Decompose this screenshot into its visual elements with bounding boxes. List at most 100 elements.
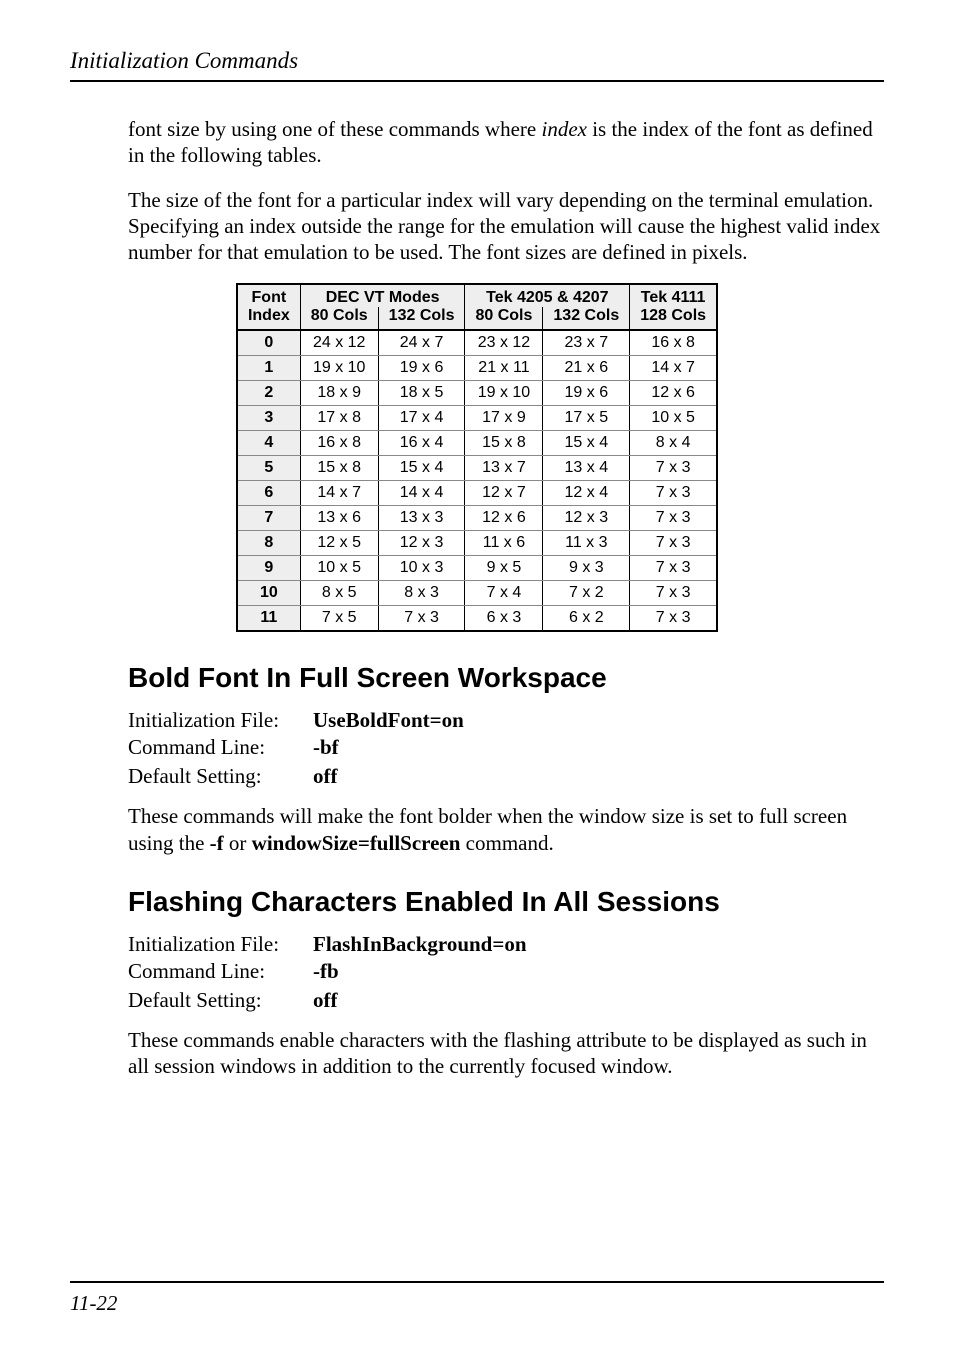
cell: 17 x 8 [300, 406, 378, 431]
def-label: Initialization File: [128, 708, 313, 733]
table-row: 9 10 x 5 10 x 3 9 x 5 9 x 3 7 x 3 [237, 556, 717, 581]
cell: 17 x 4 [378, 406, 465, 431]
th-font: Font [237, 284, 300, 307]
cell-idx: 9 [237, 556, 300, 581]
th-index: Index [237, 307, 300, 330]
intro-block: font size by using one of these commands… [128, 116, 884, 265]
table-row: 11 7 x 5 7 x 3 6 x 3 6 x 2 7 x 3 [237, 606, 717, 632]
intro-p2: The size of the font for a particular in… [128, 187, 884, 266]
table-row: 7 13 x 6 13 x 3 12 x 6 12 x 3 7 x 3 [237, 506, 717, 531]
cell: 24 x 7 [378, 330, 465, 356]
cell: 19 x 10 [465, 381, 543, 406]
cell: 7 x 3 [630, 531, 717, 556]
cell-idx: 8 [237, 531, 300, 556]
cell: 12 x 4 [543, 481, 630, 506]
def-label: Initialization File: [128, 932, 313, 957]
table-row: 6 14 x 7 14 x 4 12 x 7 12 x 4 7 x 3 [237, 481, 717, 506]
def-value: -bf [313, 735, 339, 760]
cell: 8 x 4 [630, 431, 717, 456]
cell-idx: 6 [237, 481, 300, 506]
heading-flashing: Flashing Characters Enabled In All Sessi… [128, 886, 884, 918]
cell: 16 x 4 [378, 431, 465, 456]
def-value: off [313, 764, 338, 789]
cell: 7 x 2 [543, 581, 630, 606]
cell: 18 x 5 [378, 381, 465, 406]
cell-idx: 0 [237, 330, 300, 356]
cell: 14 x 7 [630, 356, 717, 381]
cell: 7 x 4 [465, 581, 543, 606]
cell: 11 x 6 [465, 531, 543, 556]
opt-f: -f [210, 831, 224, 855]
cell: 21 x 11 [465, 356, 543, 381]
cell: 19 x 6 [543, 381, 630, 406]
cell: 12 x 3 [543, 506, 630, 531]
th-tek-80: 80 Cols [465, 307, 543, 330]
cell: 17 x 5 [543, 406, 630, 431]
cell: 13 x 4 [543, 456, 630, 481]
def-row: Default Setting: off [128, 764, 884, 789]
cell: 17 x 9 [465, 406, 543, 431]
cell: 7 x 3 [630, 581, 717, 606]
def-row: Default Setting: off [128, 988, 884, 1013]
cell: 15 x 8 [465, 431, 543, 456]
th-dec-80: 80 Cols [300, 307, 378, 330]
cell-idx: 3 [237, 406, 300, 431]
page-number: 11-22 [70, 1291, 117, 1315]
cell-idx: 11 [237, 606, 300, 632]
def-value: off [313, 988, 338, 1013]
cell: 8 x 5 [300, 581, 378, 606]
cell: 15 x 4 [543, 431, 630, 456]
font-size-table: Font DEC VT Modes Tek 4205 & 4207 Tek 41… [236, 283, 718, 632]
cell: 23 x 12 [465, 330, 543, 356]
th-dec-132: 132 Cols [378, 307, 465, 330]
cell: 14 x 4 [378, 481, 465, 506]
cell-idx: 5 [237, 456, 300, 481]
flashing-desc-p: These commands enable characters with th… [128, 1027, 884, 1080]
intro-p1-a: font size by using one of these commands… [128, 117, 541, 141]
def-label: Command Line: [128, 959, 313, 984]
heading-bold-font: Bold Font In Full Screen Workspace [128, 662, 884, 694]
page: Initialization Commands font size by usi… [0, 0, 954, 1354]
def-row: Initialization File: FlashInBackground=o… [128, 932, 884, 957]
cell: 13 x 3 [378, 506, 465, 531]
intro-p1-index: index [541, 117, 586, 141]
th-tek-132: 132 Cols [543, 307, 630, 330]
cell: 15 x 8 [300, 456, 378, 481]
cell: 13 x 6 [300, 506, 378, 531]
cell: 14 x 7 [300, 481, 378, 506]
cell: 21 x 6 [543, 356, 630, 381]
table-row: 1 19 x 10 19 x 6 21 x 11 21 x 6 14 x 7 [237, 356, 717, 381]
bold-font-desc-p: These commands will make the font bolder… [128, 803, 884, 856]
running-head: Initialization Commands [70, 48, 884, 82]
page-footer: 11-22 [70, 1281, 884, 1316]
cell: 7 x 3 [630, 481, 717, 506]
cell: 6 x 3 [465, 606, 543, 632]
cell: 9 x 3 [543, 556, 630, 581]
cell-idx: 2 [237, 381, 300, 406]
table-row: 3 17 x 8 17 x 4 17 x 9 17 x 5 10 x 5 [237, 406, 717, 431]
cell: 11 x 3 [543, 531, 630, 556]
def-row: Command Line: -fb [128, 959, 884, 984]
cell: 23 x 7 [543, 330, 630, 356]
cell: 16 x 8 [630, 330, 717, 356]
def-row: Command Line: -bf [128, 735, 884, 760]
cell: 12 x 6 [465, 506, 543, 531]
def-value: FlashInBackground=on [313, 932, 527, 957]
table-row: 8 12 x 5 12 x 3 11 x 6 11 x 3 7 x 3 [237, 531, 717, 556]
table-row: 5 15 x 8 15 x 4 13 x 7 13 x 4 7 x 3 [237, 456, 717, 481]
cell: 16 x 8 [300, 431, 378, 456]
cell-idx: 4 [237, 431, 300, 456]
bold-font-desc: These commands will make the font bolder… [128, 803, 884, 856]
cell: 13 x 7 [465, 456, 543, 481]
th-tek4111: Tek 4111 [630, 284, 717, 307]
flashing-desc: These commands enable characters with th… [128, 1027, 884, 1080]
table-row: 4 16 x 8 16 x 4 15 x 8 15 x 4 8 x 4 [237, 431, 717, 456]
cell: 6 x 2 [543, 606, 630, 632]
cell: 7 x 3 [630, 556, 717, 581]
cell: 9 x 5 [465, 556, 543, 581]
cell: 12 x 5 [300, 531, 378, 556]
def-label: Command Line: [128, 735, 313, 760]
cell: 10 x 5 [630, 406, 717, 431]
def-value: UseBoldFont=on [313, 708, 464, 733]
th-dec: DEC VT Modes [300, 284, 465, 307]
